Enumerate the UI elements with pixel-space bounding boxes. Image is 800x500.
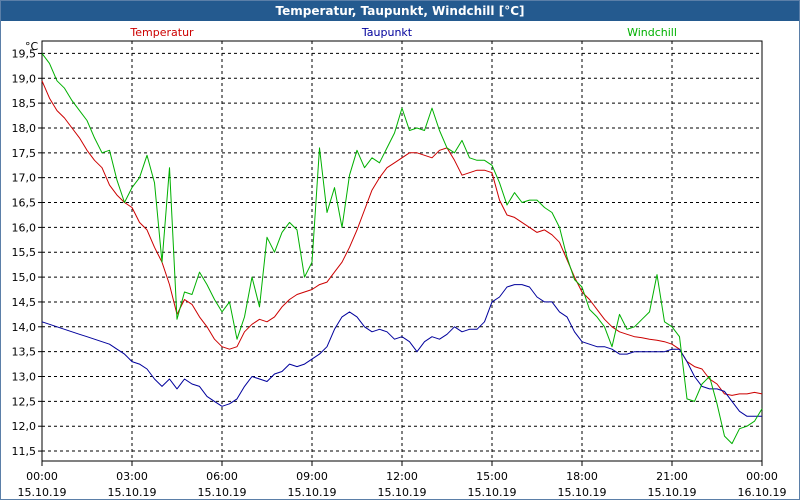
x-tick-time: 00:00 xyxy=(26,470,58,483)
x-tick-time: 18:00 xyxy=(566,470,598,483)
x-tick-date: 15.10.19 xyxy=(18,486,67,499)
x-tick-date: 15.10.19 xyxy=(198,486,247,499)
y-tick-label: 16,5 xyxy=(12,197,37,210)
y-tick-label: 13,5 xyxy=(12,346,37,359)
x-tick-date: 15.10.19 xyxy=(648,486,697,499)
x-tick-time: 03:00 xyxy=(116,470,148,483)
y-tick-label: 11,5 xyxy=(12,445,37,458)
y-tick-label: 15,0 xyxy=(12,271,37,284)
x-tick-date: 16.10.19 xyxy=(738,486,787,499)
x-tick-date: 15.10.19 xyxy=(288,486,337,499)
x-axis: 00:00 15.10.19 03:00 15.10.19 06:00 15.10.19 0… xyxy=(18,461,787,499)
x-tick-time: 00:00 xyxy=(746,470,778,483)
x-tick-date: 15.10.19 xyxy=(558,486,607,499)
x-tick-time: 21:00 xyxy=(656,470,688,483)
y-axis: 11,5 12,0 12,5 13,0 13,5 14,0 14,5 15,0 15,5 16,0… xyxy=(12,47,42,458)
y-tick-label: 15,5 xyxy=(12,246,37,259)
y-tick-label: 12,5 xyxy=(12,395,37,408)
y-tick-label: 12,0 xyxy=(12,420,37,433)
y-tick-label: 17,5 xyxy=(12,147,37,160)
y-tick-label: 16,0 xyxy=(12,221,37,234)
x-tick-time: 12:00 xyxy=(386,470,418,483)
chart-title: Temperatur, Taupunkt, Windchill [°C] xyxy=(1,1,799,21)
y-tick-label: 18,5 xyxy=(12,97,37,110)
legend-entry-taupunkt: Taupunkt xyxy=(361,26,413,39)
legend-entry-windchill: Windchill xyxy=(627,26,677,39)
y-axis-unit-label: °C xyxy=(25,40,39,53)
y-tick-label: 14,5 xyxy=(12,296,37,309)
x-tick-time: 15:00 xyxy=(476,470,508,483)
y-tick-label: 14,0 xyxy=(12,321,37,334)
chart-canvas: 11,5 12,0 12,5 13,0 13,5 14,0 14,5 15,0 15,5 16,0… xyxy=(12,26,787,499)
x-tick-time: 06:00 xyxy=(206,470,238,483)
chart-window: Temperatur, Taupunkt, Windchill [°C] 11,… xyxy=(0,0,800,500)
legend-entry-temperatur: Temperatur xyxy=(129,26,194,39)
x-tick-date: 15.10.19 xyxy=(378,486,427,499)
x-tick-time: 09:00 xyxy=(296,470,328,483)
legend: Temperatur Taupunkt Windchill xyxy=(129,26,677,39)
y-tick-label: 19,0 xyxy=(12,72,37,85)
x-tick-date: 15.10.19 xyxy=(468,486,517,499)
y-tick-label: 18,0 xyxy=(12,122,37,135)
y-tick-label: 13,0 xyxy=(12,371,37,384)
x-tick-date: 15.10.19 xyxy=(108,486,157,499)
y-tick-label: 17,0 xyxy=(12,172,37,185)
